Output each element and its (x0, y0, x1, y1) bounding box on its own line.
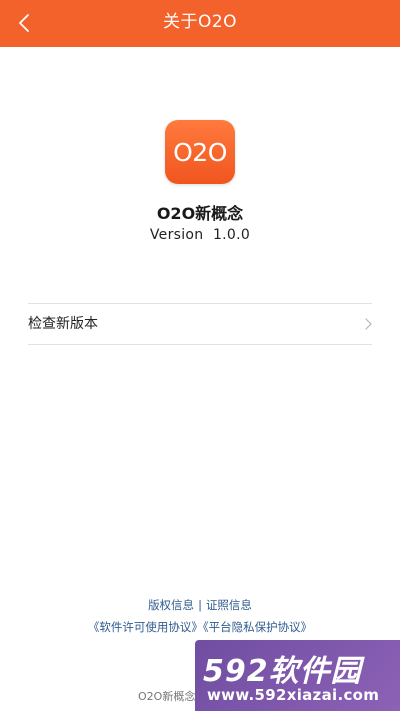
top-bar: 关于O2O (0, 0, 400, 47)
watermark-brand: 592软件园 (203, 654, 362, 689)
app-logo: O2O (165, 120, 235, 184)
app-logo-text: O2O (173, 137, 227, 167)
copyright-text: O2O新概念 (138, 690, 196, 703)
software-agreement-link[interactable]: 《软件许可使用协议》 (88, 620, 203, 634)
watermark: 592软件园 www.592xiazai.com (195, 640, 400, 711)
check-update-row[interactable]: 检查新版本 (28, 303, 372, 345)
app-name: O2O新概念 (156, 204, 244, 223)
page-title: 关于O2O (162, 12, 238, 32)
app-version: Version 1.0.0 (149, 227, 251, 243)
footer-info-links: 版权信息 | 证照信息 (0, 597, 400, 613)
privacy-agreement-link[interactable]: 《平台隐私保护协议》 (203, 620, 312, 634)
watermark-url: www.592xiazai.com (207, 686, 380, 704)
chevron-right-icon (365, 318, 372, 330)
check-update-label: 检查新版本 (28, 316, 98, 332)
footer-separator: | (198, 598, 202, 612)
license-info-link[interactable]: 证照信息 (206, 598, 252, 612)
agreement-links: 《软件许可使用协议》《平台隐私保护协议》 (0, 619, 400, 635)
copyright-info-link[interactable]: 版权信息 (148, 598, 194, 612)
